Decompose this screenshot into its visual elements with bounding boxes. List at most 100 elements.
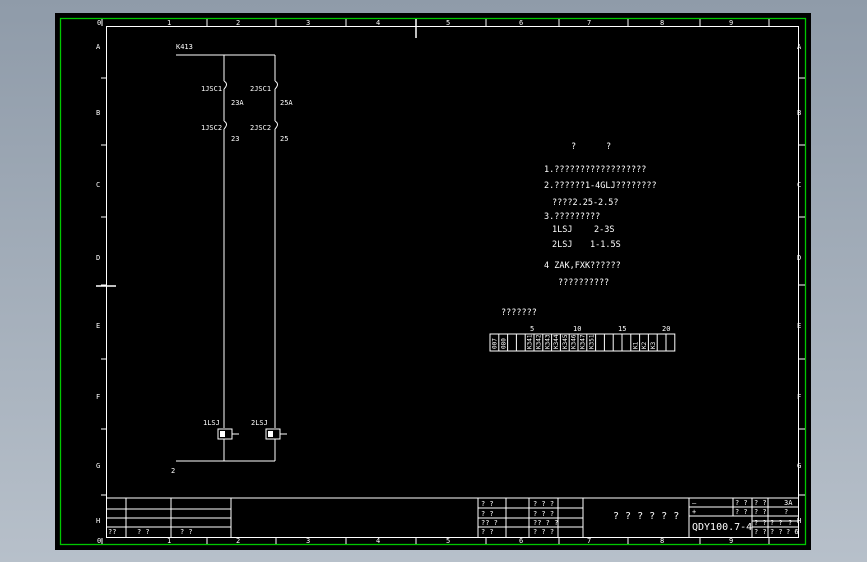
- electrical-drawing: 0123456789 0123456789 ABCDEFGH ABCDEFGH …: [59, 17, 807, 546]
- terminal-label: K345: [562, 334, 569, 349]
- row-letter: E: [96, 322, 100, 330]
- row-letter: C: [96, 181, 100, 189]
- column-numbers-bottom: 0 1 2 3 4 5 6 7 8 9: [97, 537, 770, 545]
- tb-cell: +: [692, 508, 696, 516]
- control-circuit: K413 1JSC1 23A 1JSC2 23 2JSC1 25A 2JSC2 …: [171, 43, 293, 475]
- timing-value: 1-1.5S: [590, 240, 621, 250]
- tb-cell: ? ?: [735, 499, 748, 507]
- notes-header-left: ?: [571, 142, 576, 152]
- note-line-1: 1.??????????????????: [544, 165, 646, 175]
- tb-cell: ? ?: [754, 499, 767, 507]
- tb-cell: ??: [108, 528, 116, 536]
- contact-label: 2JSC1: [250, 85, 271, 93]
- column-number: 2: [236, 19, 240, 27]
- tb-cell: ?? ?: [481, 519, 498, 527]
- return-label: 2: [171, 467, 175, 475]
- scale-label: 15: [618, 325, 626, 333]
- terminal-label: K2: [641, 341, 648, 349]
- bus-label: K413: [176, 43, 193, 51]
- terminal-label: K343: [544, 334, 551, 349]
- tb-cell: ?: [788, 519, 792, 527]
- terminal-strip: ??????? 5 10 15 20 007 080 K341 K342 K343 K34…: [489, 308, 676, 352]
- row-letter: E: [797, 322, 801, 330]
- row-letter: A: [96, 43, 101, 51]
- timing-value: 2-3S: [594, 225, 614, 235]
- coil-label: 1LSJ: [203, 419, 220, 427]
- row-letter: F: [797, 393, 801, 401]
- tb-cell: ? ? ?: [533, 510, 554, 518]
- tb-cell: 3A: [784, 499, 793, 507]
- scale-label: 10: [573, 325, 581, 333]
- contact-number: 25A: [280, 99, 293, 107]
- scale-label: 20: [662, 325, 670, 333]
- terminal-label: K3: [650, 341, 657, 349]
- tb-cell: ?? ? ?: [533, 519, 558, 527]
- contact-number: 25: [280, 135, 288, 143]
- drawing-name: ? ? ? ? ? ?: [613, 511, 679, 522]
- column-number: 0: [97, 19, 101, 27]
- tb-cell: ?: [784, 508, 788, 516]
- tb-cell: ? ?: [754, 519, 767, 527]
- timing-name: 1LSJ: [552, 225, 572, 235]
- tb-cell: ? ? ?: [533, 500, 554, 508]
- tb-cell: ? ?: [481, 528, 494, 536]
- outer-border: [59, 17, 807, 546]
- contact-number: 23: [231, 135, 239, 143]
- timing-name: 2LSJ: [552, 240, 572, 250]
- column-number: 5: [446, 537, 450, 545]
- terminal-label: K341: [527, 334, 534, 349]
- note-line-2b: ????2.25-2.5?: [552, 198, 619, 208]
- coil-1lsj-fill: [220, 431, 225, 437]
- terminal-label: K351: [588, 334, 595, 349]
- tb-cell: ? ?: [770, 528, 783, 536]
- column-number: 6: [519, 19, 523, 27]
- row-letter: B: [797, 109, 801, 117]
- coil-label: 2LSJ: [251, 419, 268, 427]
- drawing-canvas[interactable]: 0123456789 0123456789 ABCDEFGH ABCDEFGH …: [55, 13, 811, 550]
- note-line-4: 4 ZAK,FXK??????: [544, 261, 621, 271]
- column-number: 7: [587, 537, 591, 545]
- tb-cell: ? ?: [754, 508, 767, 516]
- terminal-label: 080: [500, 338, 507, 349]
- contact-number: 23A: [231, 99, 244, 107]
- contact-label: 1JSC2: [201, 124, 222, 132]
- row-letters-left: A B C D E F G H: [96, 43, 106, 525]
- coil-2lsj-fill: [268, 431, 273, 437]
- column-number: 5: [446, 19, 450, 27]
- note-line-3: 3.?????????: [544, 212, 600, 222]
- terminal-label: K344: [553, 334, 560, 349]
- column-number: 8: [660, 537, 664, 545]
- row-letter: B: [96, 109, 100, 117]
- row-letter: C: [797, 181, 801, 189]
- row-letter: F: [96, 393, 100, 401]
- contact-1jsc2: [223, 120, 227, 130]
- technical-notes: ? ? 1.?????????????????? 2.??????1-4GLJ?…: [544, 142, 657, 288]
- terminal-label: 007: [492, 338, 499, 349]
- column-number: 2: [236, 537, 240, 545]
- row-letter: H: [96, 517, 100, 525]
- tb-cell: ? ?: [754, 528, 767, 536]
- row-letter: G: [797, 462, 801, 470]
- tb-cell: ? ?: [137, 528, 150, 536]
- column-number: 1: [167, 19, 171, 27]
- tb-cell: ? ?: [735, 508, 748, 516]
- tb-cell: ? ? ?: [533, 528, 554, 536]
- contact-2jsc1: [274, 80, 278, 90]
- column-number: 7: [587, 19, 591, 27]
- row-letter: D: [797, 254, 801, 262]
- column-number: 9: [729, 19, 733, 27]
- tb-cell: ? ?: [481, 500, 494, 508]
- contact-label: 1JSC1: [201, 85, 222, 93]
- contact-2jsc2: [274, 120, 278, 130]
- column-number: 3: [306, 19, 310, 27]
- column-number: 1: [167, 537, 171, 545]
- column-number: 0: [97, 537, 101, 545]
- row-letter: G: [96, 462, 100, 470]
- column-number: 4: [376, 537, 380, 545]
- title-block: ?? ? ? ? ? ? ? ? ? ?? ? ? ? ? ? ? ? ? ? …: [106, 497, 799, 537]
- tb-cell: ? ?: [481, 510, 494, 518]
- drawing-number: QDY100.7-4: [692, 522, 752, 533]
- terminal-label: K347: [580, 334, 587, 349]
- note-line-2: 2.??????1-4GLJ????????: [544, 181, 657, 191]
- contact-label: 2JSC2: [250, 124, 271, 132]
